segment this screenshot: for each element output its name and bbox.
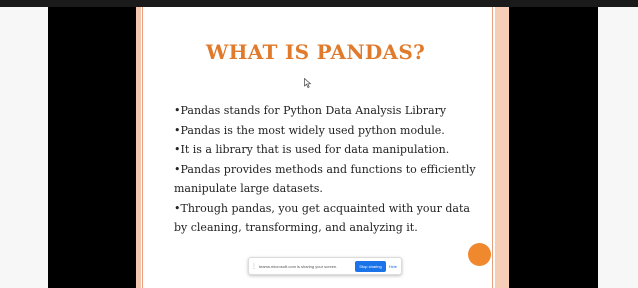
share-message: teams.microsoft.com is sharing your scre… [259,263,338,269]
presentation-slide: WHAT IS PANDAS? •Pandas stands for Pytho… [136,7,509,288]
slide-right-border [492,7,509,288]
stop-sharing-button[interactable]: Stop sharing [355,260,386,272]
screen-share-bar: ⋮ teams.microsoft.com is sharing your sc… [248,257,402,275]
right-black-pillar [509,7,598,288]
right-margin [598,7,638,288]
slide-bullet-list: •Pandas stands for Python Data Analysis … [174,101,476,238]
bullet-line: •Through pandas, you get acquainted with… [174,201,470,215]
bullet-line: manipulate large datasets. [174,182,323,195]
mouse-cursor-icon [304,78,312,88]
bullet-line: •Pandas provides methods and functions t… [174,162,476,176]
hide-button[interactable]: Hide [389,264,397,269]
slide-title: WHAT IS PANDAS? [205,40,426,64]
left-black-pillar [48,7,136,288]
top-bar [0,0,638,7]
floating-action-button[interactable] [468,243,491,266]
left-margin [0,7,48,288]
bullet-line: by cleaning, transforming, and analyzing… [174,221,418,234]
drag-handle-icon[interactable]: ⋮ [251,263,257,270]
bullet-line: •Pandas stands for Python Data Analysis … [174,104,447,117]
bullet-line: •Pandas is the most widely used python m… [174,123,445,137]
bullet-line: •It is a library that is used for data m… [174,143,450,156]
